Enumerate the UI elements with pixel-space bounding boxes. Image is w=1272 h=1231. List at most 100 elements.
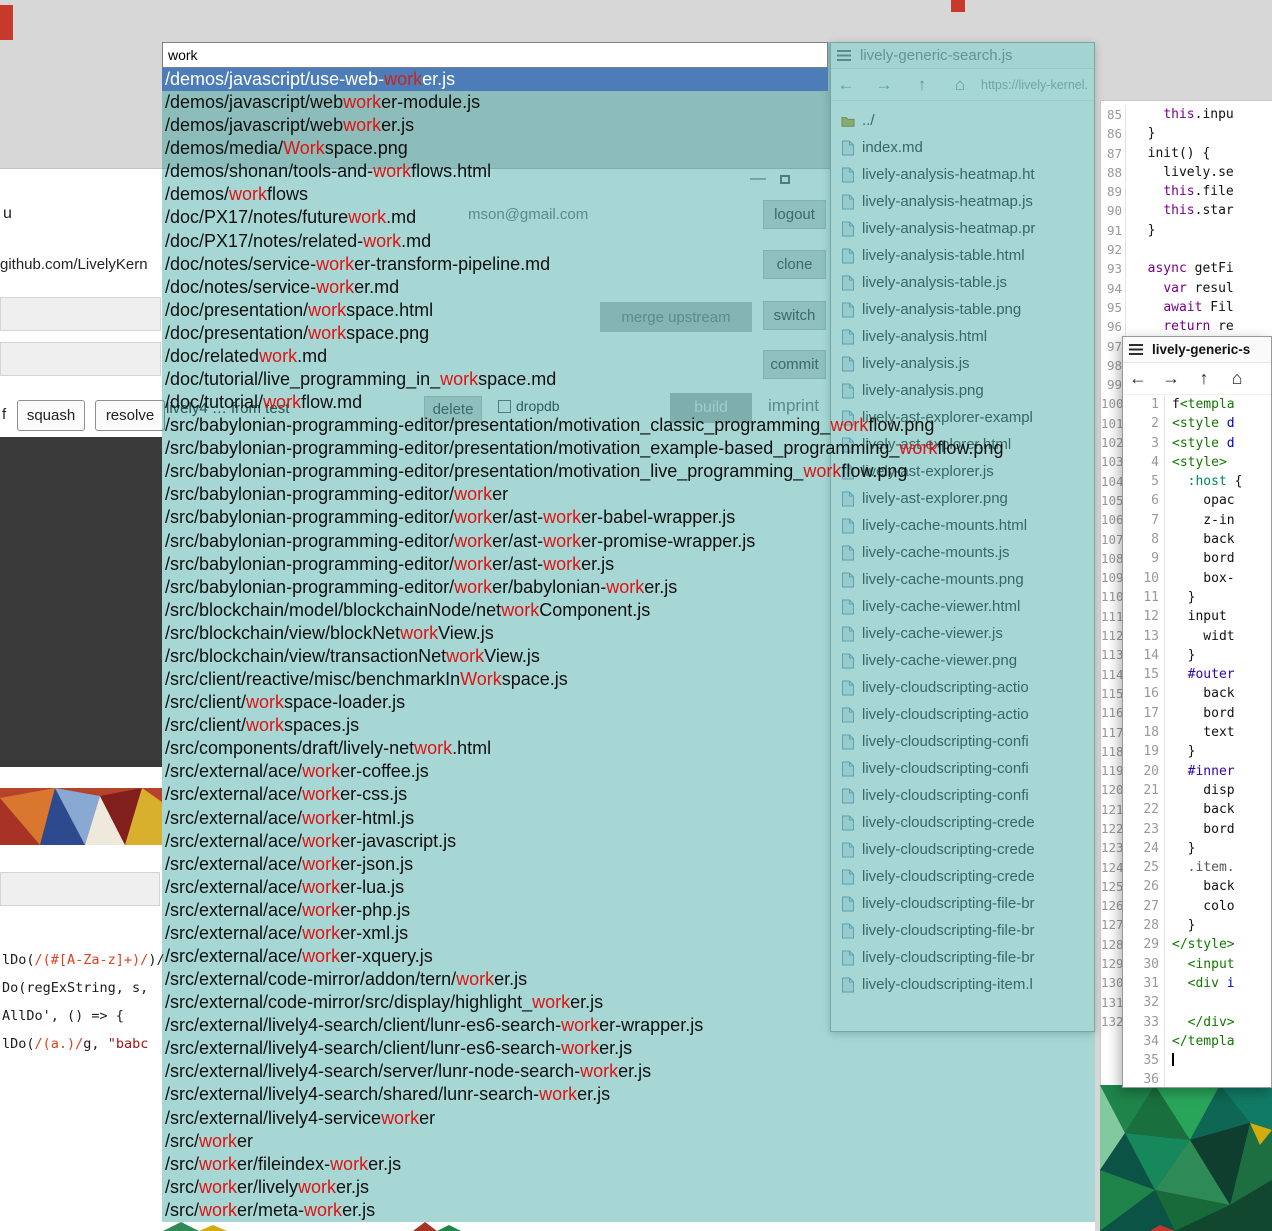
resolve-button[interactable]: resolve <box>95 400 165 431</box>
search-result-item[interactable]: /src/external/lively4-search/server/lunr… <box>162 1060 1095 1083</box>
code-line[interactable]: 5 :host { <box>1123 472 1271 491</box>
code-line[interactable]: 7 z-in <box>1123 511 1271 530</box>
code-line[interactable]: 14 } <box>1123 646 1271 665</box>
search-result-item[interactable]: /src/worker/fileindex-worker.js <box>162 1153 1095 1176</box>
code-line[interactable]: 36 <box>1123 1070 1271 1087</box>
code-line[interactable]: 13 widt <box>1123 627 1271 646</box>
text-field-1[interactable] <box>0 297 161 331</box>
search-result-item[interactable]: /src/external/ace/worker-xml.js <box>162 922 1095 945</box>
search-result-item[interactable]: /src/external/ace/worker-xquery.js <box>162 945 1095 968</box>
text-field-2[interactable] <box>0 342 161 376</box>
search-result-item[interactable]: /doc/relatedwork.md <box>162 345 1095 368</box>
search-result-item[interactable]: /src/babylonian-programming-editor/worke… <box>162 483 1095 506</box>
code-line[interactable]: 17 bord <box>1123 704 1271 723</box>
search-result-item[interactable]: /doc/notes/service-worker-transform-pipe… <box>162 253 1095 276</box>
code-line[interactable]: 30 <input <box>1123 955 1271 974</box>
search-result-item[interactable]: /src/external/ace/worker-css.js <box>162 783 1095 806</box>
search-result-item[interactable]: /src/external/ace/worker-coffee.js <box>162 760 1095 783</box>
code-line[interactable]: 34</templa <box>1123 1032 1271 1051</box>
search-result-item[interactable]: /doc/tutorial/live_programming_in_worksp… <box>162 368 1095 391</box>
menu-icon[interactable] <box>1129 344 1143 355</box>
code-line[interactable]: 10 box- <box>1123 569 1271 588</box>
code-line[interactable]: 1f<templa <box>1123 395 1271 414</box>
search-result-item[interactable]: /doc/presentation/workspace.html <box>162 299 1095 322</box>
code-line[interactable]: 27 colo <box>1123 897 1271 916</box>
code-line[interactable]: 19 } <box>1123 742 1271 761</box>
search-result-item[interactable]: /src/worker <box>162 1130 1095 1153</box>
search-result-item[interactable]: /src/babylonian-programming-editor/worke… <box>162 530 1095 553</box>
code-line[interactable]: 32 <box>1123 993 1271 1012</box>
code-line[interactable]: 91 } <box>1101 221 1272 240</box>
clipped-button-f[interactable]: f <box>2 406 6 423</box>
code-line[interactable]: 2<style d <box>1123 414 1271 433</box>
code-line[interactable]: 88 lively.se <box>1101 163 1272 182</box>
code-line[interactable]: 28 } <box>1123 916 1271 935</box>
code-line[interactable]: 9 bord <box>1123 549 1271 568</box>
code-line[interactable]: 12 input <box>1123 607 1271 626</box>
code-line[interactable]: 26 back <box>1123 877 1271 896</box>
search-result-item[interactable]: /demos/javascript/webworker-module.js <box>162 91 1095 114</box>
search-result-item[interactable]: /src/external/ace/worker-html.js <box>162 807 1095 830</box>
code-line[interactable]: 33 </div> <box>1123 1013 1271 1032</box>
forward-icon[interactable]: → <box>1162 368 1180 389</box>
search-result-item[interactable]: /src/client/workspaces.js <box>162 714 1095 737</box>
home-icon[interactable]: ⌂ <box>1228 368 1246 389</box>
search-result-item[interactable]: /demos/workflows <box>162 183 1095 206</box>
search-result-item[interactable]: /src/external/lively4-search/client/lunr… <box>162 1037 1095 1060</box>
search-result-item[interactable]: /src/babylonian-programming-editor/prese… <box>162 414 1095 437</box>
code-line[interactable]: 95 await Fil <box>1101 298 1272 317</box>
code-line[interactable]: 86 } <box>1101 124 1272 143</box>
code-line[interactable]: 29</style> <box>1123 935 1271 954</box>
search-result-item[interactable]: /src/external/lively4-search/client/lunr… <box>162 1014 1095 1037</box>
search-result-item[interactable]: /src/blockchain/view/blockNetworkView.js <box>162 622 1095 645</box>
up-icon[interactable]: ↑ <box>1195 368 1213 389</box>
search-result-item[interactable]: /src/external/lively4-search/shared/lunr… <box>162 1083 1095 1106</box>
search-result-item[interactable]: /src/worker/livelyworker.js <box>162 1176 1095 1199</box>
code-line[interactable]: 90 this.star <box>1101 201 1272 220</box>
search-result-item[interactable]: /src/external/code-mirror/src/display/hi… <box>162 991 1095 1014</box>
search-result-item[interactable]: /src/components/draft/lively-network.htm… <box>162 737 1095 760</box>
code-line[interactable]: 11 } <box>1123 588 1271 607</box>
code-line[interactable]: 23 bord <box>1123 820 1271 839</box>
code-line[interactable]: 31 <div i <box>1123 974 1271 993</box>
code-line[interactable]: 87 init() { <box>1101 144 1272 163</box>
search-result-item[interactable]: /src/external/ace/worker-javascript.js <box>162 830 1095 853</box>
code-window-lines[interactable]: 1f<templa2<style d3<style d4<style>5 :ho… <box>1123 395 1271 1087</box>
code-line[interactable]: 35 <box>1123 1051 1271 1070</box>
search-result-item[interactable]: /src/babylonian-programming-editor/worke… <box>162 576 1095 599</box>
code-line[interactable]: 94 var resul <box>1101 279 1272 298</box>
code-line[interactable]: 85 this.inpu <box>1101 105 1272 124</box>
text-field-3[interactable] <box>0 872 160 906</box>
search-result-item[interactable]: /src/babylonian-programming-editor/prese… <box>162 437 1095 460</box>
search-result-item[interactable]: /demos/media/Workspace.png <box>162 137 1095 160</box>
code-line[interactable]: 96 return re <box>1101 317 1272 336</box>
search-result-item[interactable]: /doc/presentation/workspace.png <box>162 322 1095 345</box>
search-result-item[interactable]: /doc/PX17/notes/futurework.md <box>162 206 1095 229</box>
code-line[interactable]: 20 #inner <box>1123 762 1271 781</box>
search-result-item[interactable]: /src/babylonian-programming-editor/worke… <box>162 506 1095 529</box>
search-result-item[interactable]: /doc/notes/service-worker.md <box>162 276 1095 299</box>
search-result-item[interactable]: /src/worker/meta-worker.js <box>162 1199 1095 1222</box>
squash-button[interactable]: squash <box>17 400 85 431</box>
code-line[interactable]: 92 <box>1101 240 1272 259</box>
code-line[interactable]: 25 .item. <box>1123 858 1271 877</box>
code-line[interactable]: 24 } <box>1123 839 1271 858</box>
search-result-item[interactable]: /src/external/ace/worker-json.js <box>162 853 1095 876</box>
code-line[interactable]: 4<style> <box>1123 453 1271 472</box>
search-result-item[interactable]: /src/external/ace/worker-php.js <box>162 899 1095 922</box>
search-result-item[interactable]: /demos/javascript/webworker.js <box>162 114 1095 137</box>
code-line[interactable]: 16 back <box>1123 684 1271 703</box>
code-line[interactable]: 89 this.file <box>1101 182 1272 201</box>
search-result-item[interactable]: /demos/shonan/tools-and-workflows.html <box>162 160 1095 183</box>
code-line[interactable]: 22 back <box>1123 800 1271 819</box>
search-result-item[interactable]: /src/babylonian-programming-editor/worke… <box>162 553 1095 576</box>
code-line[interactable]: 8 back <box>1123 530 1271 549</box>
search-result-item[interactable]: /src/blockchain/model/blockchainNode/net… <box>162 599 1095 622</box>
search-result-item[interactable]: /src/client/workspace-loader.js <box>162 691 1095 714</box>
search-input[interactable] <box>162 42 828 68</box>
code-line[interactable]: 93 async getFi <box>1101 259 1272 278</box>
search-result-item[interactable]: /src/external/lively4-serviceworker <box>162 1107 1095 1130</box>
back-icon[interactable]: ← <box>1129 368 1147 389</box>
search-result-item[interactable]: /src/external/code-mirror/addon/tern/wor… <box>162 968 1095 991</box>
search-result-item[interactable]: /src/external/ace/worker-lua.js <box>162 876 1095 899</box>
